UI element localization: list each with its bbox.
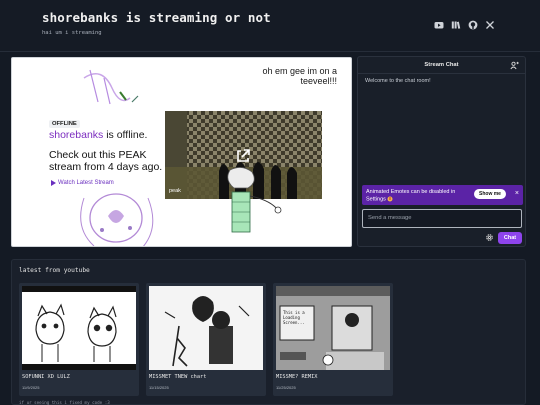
chat-header: Stream Chat <box>358 57 525 74</box>
chat-title: Stream Chat <box>424 62 459 68</box>
offline-badge: OFFLINE <box>49 120 80 128</box>
site-title: shorebanks is streaming or not <box>42 10 271 25</box>
play-icon <box>51 180 56 186</box>
close-icon[interactable]: × <box>515 189 519 199</box>
show-me-button[interactable]: Show me <box>474 189 506 199</box>
video-title: MISSMET TNEW chart <box>149 374 207 380</box>
site-header: shorebanks is streaming or not hai um i … <box>0 0 540 52</box>
video-date: 11/25/2025 <box>276 385 296 390</box>
video-card[interactable]: MISSMET TNEW chart 11/15/2025 <box>146 283 266 396</box>
thumbnail-caption: This is a Loading Screen... <box>283 310 305 325</box>
chat-welcome-message: Welcome to the chat room! <box>365 78 431 84</box>
x-icon[interactable] <box>485 17 495 29</box>
site-subtitle: hai um i streaming <box>42 30 102 36</box>
footer-note: if ur seeing this i fixed my code :3 <box>19 400 110 405</box>
youtube-section-title: latest from youtube <box>19 267 90 274</box>
github-icon[interactable] <box>468 17 478 30</box>
video-date: 11/9/2025 <box>22 385 40 390</box>
doodle-caption: oh em gee im on a teeveel!!! <box>262 66 337 86</box>
character-drawing <box>227 167 282 233</box>
emote-banner-label: Animated Emotes can be disabled in Setti… <box>366 189 456 203</box>
check-out-text: Check out this PEAK stream from 4 days a… <box>49 149 163 173</box>
watch-latest-link[interactable]: Watch Latest Stream <box>51 180 114 186</box>
offline-status: shorebanks is offline. <box>49 129 147 141</box>
video-date: 11/15/2025 <box>149 385 169 390</box>
emote-banner: Animated Emotes can be disabled in Setti… <box>362 185 523 205</box>
youtube-icon[interactable] <box>434 17 444 29</box>
stream-chat: Stream Chat Welcome to the chat room! An… <box>357 56 526 247</box>
youtube-section: latest from youtube SOFUNNI XD LULZ 11/9… <box>11 259 526 405</box>
vod-label: peak <box>169 188 181 194</box>
chat-send-button[interactable]: Chat <box>498 232 522 244</box>
video-thumbnail <box>22 286 136 370</box>
video-title: SOFUNNI XD LULZ <box>22 374 70 380</box>
social-links <box>434 17 495 30</box>
video-thumbnail: This is a Loading Screen... <box>276 286 390 370</box>
emote-banner-text: Animated Emotes can be disabled in Setti… <box>366 189 470 203</box>
emote-icon <box>387 196 393 202</box>
video-card[interactable]: This is a Loading Screen... MISSME? REMI… <box>273 283 393 396</box>
library-icon[interactable] <box>451 17 461 29</box>
channel-name: shorebanks <box>49 129 104 141</box>
external-link-icon[interactable] <box>235 148 251 164</box>
video-card[interactable]: SOFUNNI XD LULZ 11/9/2025 <box>19 283 139 396</box>
video-title: MISSME? REMIX <box>276 374 318 380</box>
stream-player[interactable]: oh em gee im on a teeveel!!! OFFLINE sho… <box>11 57 352 247</box>
offline-status-text: is offline. <box>106 129 148 141</box>
watch-latest-label: Watch Latest Stream <box>58 180 114 186</box>
gear-icon[interactable] <box>485 233 494 242</box>
chat-message-input[interactable]: Send a message <box>362 209 522 228</box>
users-icon[interactable] <box>510 61 519 70</box>
video-thumbnail <box>149 286 263 370</box>
